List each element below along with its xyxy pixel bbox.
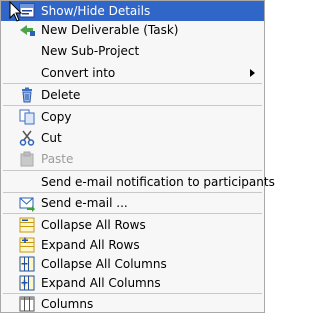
expand-rows-icon <box>18 236 36 254</box>
trash-icon <box>18 86 36 104</box>
menu-item-label: Expand All Columns <box>41 276 161 290</box>
menu-item-collapse-rows[interactable]: Collapse All Rows <box>1 215 264 235</box>
menu-item-collapse-columns[interactable]: Collapse All Columns <box>1 254 264 274</box>
menu-separator <box>3 170 262 171</box>
clipboard-icon <box>18 150 36 168</box>
collapse-rows-icon <box>18 216 36 234</box>
mouse-pointer-icon <box>9 1 23 22</box>
menu-item-label: Collapse All Columns <box>41 257 167 271</box>
mail-send-icon <box>18 194 36 212</box>
menu-item-delete[interactable]: Delete <box>1 85 264 105</box>
new-task-icon <box>18 21 36 39</box>
menu-item-cut[interactable]: Cut <box>1 128 264 148</box>
menu-item-label: Collapse All Rows <box>41 218 146 232</box>
collapse-columns-icon <box>18 255 36 273</box>
menu-separator <box>3 105 262 106</box>
menu-item-label: Copy <box>41 110 72 124</box>
expand-columns-icon <box>18 274 36 292</box>
menu-item-label: Expand All Rows <box>41 238 140 252</box>
menu-item-label: Show/Hide Details <box>41 4 151 18</box>
menu-item-label: Send e-mail notification to participants <box>41 175 275 189</box>
menu-item-columns[interactable]: Columns <box>1 294 264 314</box>
scissors-icon <box>18 129 36 147</box>
menu-item-label: Paste <box>41 152 74 166</box>
submenu-arrow-icon <box>250 69 255 77</box>
copy-icon <box>18 108 36 126</box>
menu-item-label: New Sub-Project <box>41 44 140 58</box>
menu-item-show-hide-details[interactable]: Show/Hide Details <box>1 1 264 21</box>
menu-item-new-deliverable[interactable]: New Deliverable (Task) <box>1 20 264 40</box>
menu-item-label: Send e-mail ... <box>41 196 128 210</box>
menu-item-paste[interactable]: Paste <box>1 149 264 169</box>
context-menu: Show/Hide Details New Deliverable (Task)… <box>0 0 275 314</box>
menu-item-new-subproject[interactable]: New Sub-Project <box>1 41 264 61</box>
menu-separator <box>3 213 262 214</box>
menu-item-convert-into[interactable]: Convert into <box>1 63 264 83</box>
menu-item-send-notification[interactable]: Send e-mail notification to participants <box>1 172 275 192</box>
menu-item-label: Delete <box>41 88 81 102</box>
menu-item-expand-rows[interactable]: Expand All Rows <box>1 235 264 255</box>
columns-icon <box>18 295 36 313</box>
menu-item-label: Cut <box>41 131 62 145</box>
menu-item-label: Columns <box>41 297 94 311</box>
menu-item-label: New Deliverable (Task) <box>41 23 179 37</box>
menu-item-send-email[interactable]: Send e-mail ... <box>1 193 264 213</box>
menu-item-copy[interactable]: Copy <box>1 107 264 127</box>
menu-separator <box>3 83 262 84</box>
menu-item-expand-columns[interactable]: Expand All Columns <box>1 273 264 293</box>
menu-item-label: Convert into <box>41 66 116 80</box>
